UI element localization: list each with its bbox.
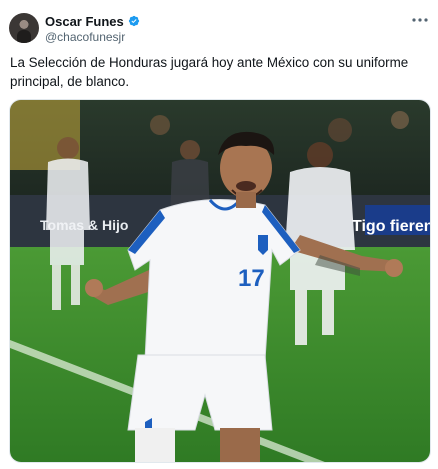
author-name-row: Oscar Funes bbox=[45, 13, 140, 29]
tweet-photo[interactable]: Tomas & Hijo Tigo fieren bbox=[9, 99, 431, 463]
jersey-number: 17 bbox=[238, 265, 265, 292]
author-handle[interactable]: @chacofunesjr bbox=[45, 30, 125, 44]
author-name[interactable]: Oscar Funes bbox=[45, 14, 124, 29]
tweet-text: La Selección de Honduras jugará hoy ante… bbox=[10, 55, 409, 89]
tweet-header: Oscar Funes @chacofunesjr bbox=[0, 0, 438, 46]
more-options-icon[interactable] bbox=[410, 12, 430, 28]
verified-badge-icon bbox=[128, 15, 139, 27]
photo-scene: Tomas & Hijo Tigo fieren bbox=[10, 100, 431, 462]
ad-board-right-text: Tigo fieren bbox=[352, 218, 431, 235]
avatar[interactable] bbox=[9, 13, 39, 43]
